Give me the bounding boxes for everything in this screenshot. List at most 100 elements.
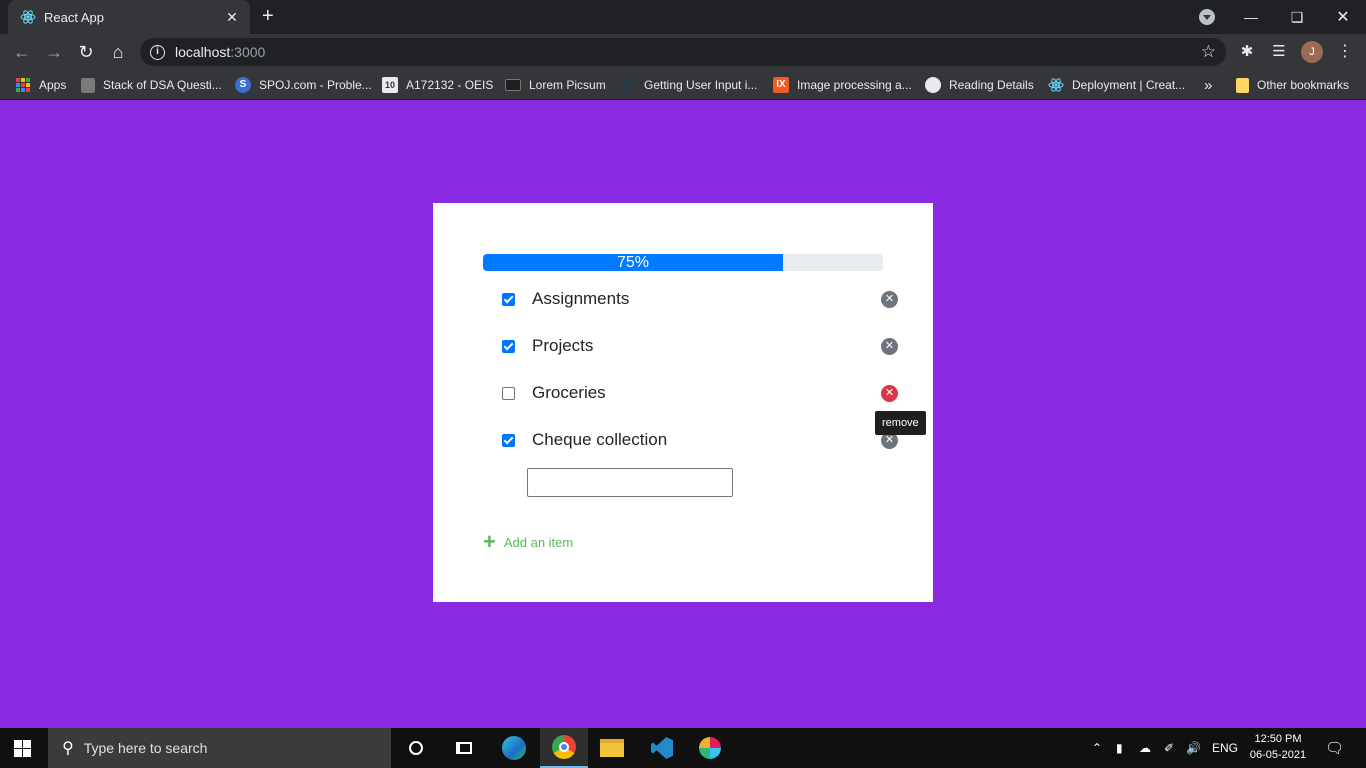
todo-checkbox[interactable] [502,433,515,447]
todo-label: Assignments [532,289,630,308]
new-item-input[interactable] [527,468,733,497]
new-tab-button[interactable]: + [262,6,274,26]
windows-taskbar: ⚲ Type here to search ⌃ ▮ ☁ ✐ 🔊 ENG 12:5… [0,728,1366,768]
bookmark-oeis[interactable]: 10 A172132 - OEIS [382,75,493,95]
volume-icon[interactable]: 🔊 [1186,728,1201,768]
tab-react-app[interactable]: React App ✕ [8,0,250,34]
home-icon[interactable]: ⌂ [106,40,130,64]
reload-icon[interactable]: ↻ [74,40,98,64]
oeis-icon: 10 [382,77,398,93]
search-icon: ⚲ [62,740,74,757]
bookmark-stack-dsa[interactable]: Stack of DSA Questi... [81,75,222,95]
bookmark-label: Image processing a... [797,78,912,92]
browser-toolbar: ← → ↻ ⌂ i localhost :3000 ☆ ✱ ☰ J ⋮ [0,34,1366,70]
bookmark-spoj[interactable]: S SPOJ.com - Proble... [235,75,372,95]
tab-close-icon[interactable]: ✕ [224,9,240,26]
add-item-label: Add an item [503,534,574,550]
bookmark-label: A172132 - OEIS [406,78,494,92]
address-bar[interactable]: i localhost :3000 ☆ [140,38,1226,66]
bookmark-image-processing[interactable]: IX Image processing a... [773,75,912,95]
react-icon [1048,78,1064,92]
plus-icon: + [483,529,496,554]
clock-date: 06-05-2021 [1249,749,1307,761]
more-menu-icon[interactable]: ⋮ [1335,42,1355,62]
file-explorer-icon[interactable] [588,728,636,768]
bookmarks-bar: Apps Stack of DSA Questi... S SPOJ.com -… [0,70,1366,100]
bookmark-user-input[interactable]: Getting User Input i... [620,75,757,95]
edge-icon[interactable] [490,728,538,768]
todo-item: Assignments ✕ [502,284,898,314]
search-placeholder: Type here to search [83,740,208,756]
notifications-icon[interactable]: 🗨 [1325,728,1344,768]
profile-avatar[interactable]: J [1301,41,1323,63]
remove-icon[interactable]: ✕ [881,337,898,355]
stack-icon [81,77,95,93]
bookmark-label: Other bookmarks [1257,78,1350,92]
bookmark-label: Reading Details [949,78,1034,92]
url-port: :3000 [230,44,266,60]
clock-time: 12:50 PM [1254,733,1302,745]
extensions-icon[interactable]: ✱ [1237,42,1257,62]
cortana-icon[interactable] [392,728,440,768]
globe-dark-icon [620,77,636,93]
todo-item: Groceries ✕ [502,378,898,408]
remove-tooltip: remove [875,411,926,435]
todo-checkbox[interactable] [502,292,515,306]
slack-icon[interactable] [686,728,734,768]
tab-title: React App [44,9,104,25]
tab-strip: React App ✕ + — ❏ ✕ [0,0,1366,34]
more-bookmarks-button[interactable]: » [1204,75,1212,95]
task-view-icon[interactable] [440,728,488,768]
remove-icon[interactable]: ✕ [881,384,898,402]
forward-arrow-icon[interactable]: → [42,40,66,64]
progress-fill: 75% [483,254,783,271]
bookmark-label: SPOJ.com - Proble... [259,78,372,92]
todo-label: Projects [532,336,594,355]
add-item-button[interactable]: + Add an item [483,529,574,554]
battery-icon[interactable]: ▮ [1116,728,1123,768]
vscode-icon[interactable] [638,728,686,768]
apps-grid-icon [16,78,30,92]
todo-item: Projects ✕ [502,331,898,361]
bookmark-apps[interactable]: Apps [16,75,66,95]
windows-start-icon[interactable] [14,740,31,757]
onedrive-icon[interactable]: ☁ [1139,728,1151,768]
remove-icon[interactable]: ✕ [881,290,898,308]
back-arrow-icon[interactable]: ← [10,40,34,64]
window-close-icon[interactable]: ✕ [1320,0,1366,34]
ix-icon: IX [773,77,789,93]
bookmark-star-icon[interactable]: ☆ [1201,42,1216,62]
bookmark-label: Apps [39,78,67,92]
progress-bar: 75% [483,254,883,271]
restore-icon[interactable]: ❏ [1274,0,1320,34]
taskbar-search-box[interactable]: ⚲ Type here to search [48,728,391,768]
todo-label: Groceries [532,383,606,402]
wifi-icon[interactable]: ✐ [1164,728,1174,768]
todo-item: Cheque collection ✕ [502,425,898,455]
bookmark-label: Stack of DSA Questi... [103,78,222,92]
todo-checkbox[interactable] [502,386,515,400]
url-host: localhost [175,44,231,60]
system-clock[interactable]: 12:50 PM 06-05-2021 [1244,731,1312,763]
site-info-icon[interactable]: i [150,44,165,60]
todo-label: Cheque collection [532,430,668,449]
minimize-icon[interactable]: — [1228,0,1274,34]
other-bookmarks-folder[interactable]: Other bookmarks [1236,75,1349,95]
language-indicator[interactable]: ENG [1212,728,1238,768]
globe-icon [925,77,941,93]
tab-search-icon[interactable] [1199,9,1215,25]
bookmark-lorem-picsum[interactable]: Lorem Picsum [505,75,606,95]
bookmark-deployment[interactable]: Deployment | Creat... [1048,75,1185,95]
todo-checkbox[interactable] [502,339,515,353]
tray-chevron-icon[interactable]: ⌃ [1092,728,1102,768]
folder-icon [1236,77,1249,93]
chrome-icon[interactable] [540,728,588,768]
bookmark-label: Deployment | Creat... [1072,78,1186,92]
todo-card: 75% Assignments ✕ Projects ✕ Groceries ✕… [433,203,933,602]
bookmark-label: Getting User Input i... [644,78,758,92]
media-control-icon[interactable]: ☰ [1269,42,1289,62]
image-icon [505,79,521,91]
react-icon [20,10,36,24]
bookmark-reading-details[interactable]: Reading Details [925,75,1034,95]
spoj-icon: S [235,77,251,93]
